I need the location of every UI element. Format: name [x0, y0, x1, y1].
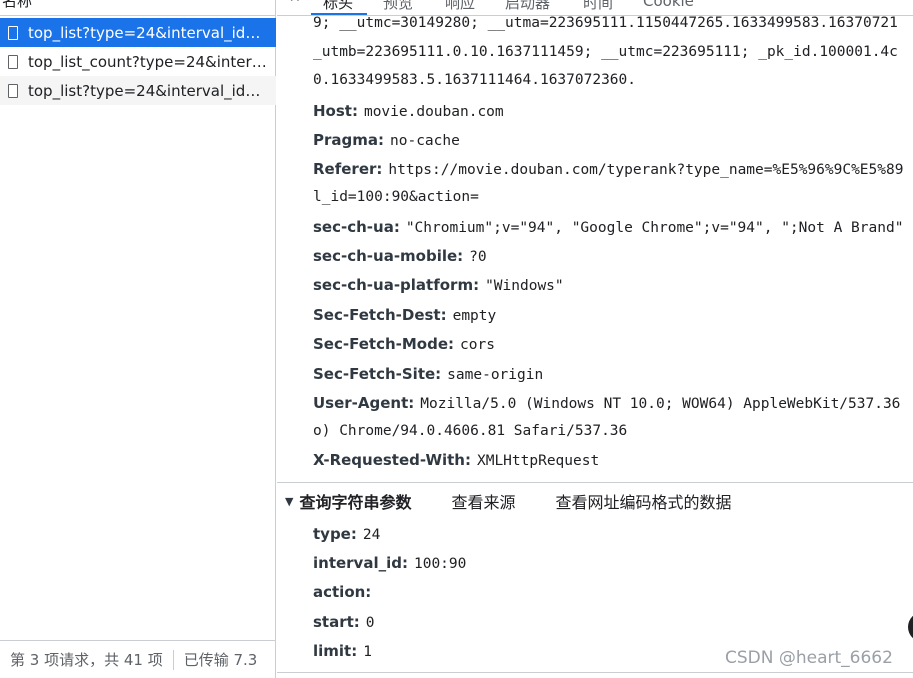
header-key: Sec-Fetch-Dest: — [313, 306, 447, 324]
header-key: User-Agent: — [313, 394, 415, 412]
header-sec-fetch-site: Sec-Fetch-Site: same-origin — [313, 365, 543, 383]
floating-circle-icon[interactable] — [908, 612, 913, 642]
request-item[interactable]: top_list_count?type=24&interv... — [0, 47, 276, 76]
header-user-agent: User-Agent: Mozilla/5.0 (Windows NT 10.0;… — [313, 394, 900, 412]
close-icon[interactable]: ✕ — [289, 0, 301, 6]
cookie-value-line: 9; __utmc=30149280; __utma=223695111.115… — [313, 15, 898, 31]
tab-preview[interactable]: 预览 — [383, 0, 413, 13]
query-param: type: 24 — [313, 525, 380, 543]
user-agent-continuation: o) Chrome/94.0.4606.81 Safari/537.36 — [313, 423, 628, 439]
header-sec-ch-ua-mobile: sec-ch-ua-mobile: ?0 — [313, 247, 487, 265]
header-value: https://movie.douban.com/typerank?type_n… — [388, 162, 904, 178]
header-x-requested-with: X-Requested-With: XMLHttpRequest — [313, 451, 599, 469]
request-item[interactable]: top_list?type=24&interval_id=... — [0, 76, 276, 105]
header-sec-ch-ua-platform: sec-ch-ua-platform: "Windows" — [313, 276, 564, 294]
document-icon — [8, 83, 18, 98]
header-sec-fetch-mode: Sec-Fetch-Mode: cors — [313, 335, 495, 353]
header-value: empty — [452, 308, 497, 324]
status-bar: 第 3 项请求，共 41 项 已传输 7.3 — [0, 640, 276, 678]
header-value: Mozilla/5.0 (Windows NT 10.0; WOW64) App… — [420, 396, 901, 412]
param-key: type: — [313, 525, 357, 543]
param-key: start: — [313, 613, 360, 631]
header-key: Pragma: — [313, 131, 385, 149]
header-key: X-Requested-With: — [313, 451, 471, 469]
header-value: "Chromium";v="94", "Google Chrome";v="94… — [405, 220, 904, 236]
view-source-link[interactable]: 查看来源 — [451, 489, 515, 513]
section-title: 查询字符串参数 — [299, 493, 412, 512]
header-key: Referer: — [313, 160, 383, 178]
query-param: limit: 1 — [313, 642, 372, 660]
request-details-pane: ✕ 标头 预览 响应 启动器 时间 Cookie 9; __utmc=30149… — [277, 0, 913, 678]
query-param: start: 0 — [313, 613, 375, 631]
header-key: Host: — [313, 102, 358, 120]
query-param: interval_id: 100:90 — [313, 554, 466, 572]
bottom-divider — [277, 672, 913, 673]
header-value: XMLHttpRequest — [476, 453, 600, 469]
header-sec-fetch-dest: Sec-Fetch-Dest: empty — [313, 306, 496, 324]
section-divider — [277, 482, 913, 483]
header-value: cors — [460, 337, 495, 353]
param-value: 24 — [362, 527, 381, 543]
header-referer: Referer: https://movie.douban.com/typeran… — [313, 160, 903, 178]
header-host: Host: movie.douban.com — [313, 102, 504, 120]
watermark: CSDN @heart_6662 — [725, 648, 893, 668]
triangle-down-icon[interactable]: ▼ — [285, 495, 293, 508]
header-key: sec-ch-ua-platform: — [313, 276, 480, 294]
header-key: Sec-Fetch-Mode: — [313, 335, 455, 353]
request-label: top_list_count?type=24&interv... — [28, 52, 268, 71]
document-icon — [8, 25, 18, 40]
cookie-value-line: 0.1633499583.5.1637111464.1637072360. — [313, 72, 637, 88]
header-value: same-origin — [447, 367, 544, 383]
query-param: action: — [313, 583, 377, 601]
tab-initiator[interactable]: 启动器 — [505, 0, 550, 13]
tab-headers[interactable]: 标头 — [323, 0, 353, 13]
request-list-pane: 名称 top_list?type=24&interval_id=... top_… — [0, 0, 276, 678]
header-key: sec-ch-ua: — [313, 218, 400, 236]
header-sec-ch-ua: sec-ch-ua: "Chromium";v="94", "Google Chr… — [313, 218, 903, 236]
header-value: no-cache — [390, 133, 460, 149]
request-item[interactable]: top_list?type=24&interval_id=... — [0, 18, 276, 47]
name-column-header[interactable]: 名称 — [0, 0, 276, 16]
details-tabbar: ✕ 标头 预览 响应 启动器 时间 Cookie — [277, 0, 913, 16]
view-url-encoded-link[interactable]: 查看网址编码格式的数据 — [556, 489, 732, 513]
param-key: action: — [313, 583, 372, 601]
header-value: ?0 — [469, 249, 487, 265]
tab-timing[interactable]: 时间 — [583, 0, 613, 13]
request-count: 第 3 项请求，共 41 项 — [10, 651, 163, 669]
transferred-size: 已传输 7.3 — [183, 651, 258, 669]
tab-response[interactable]: 响应 — [445, 0, 475, 13]
request-label: top_list?type=24&interval_id=... — [28, 81, 268, 100]
query-params-section-header[interactable]: ▼ 查询字符串参数 查看来源 查看网址编码格式的数据 — [285, 490, 732, 512]
request-label: top_list?type=24&interval_id=... — [28, 23, 268, 42]
header-pragma: Pragma: no-cache — [313, 131, 460, 149]
referer-continuation: l_id=100:90&action= — [313, 189, 479, 205]
param-key: interval_id: — [313, 554, 408, 572]
param-value: 100:90 — [413, 556, 467, 572]
header-key: Sec-Fetch-Site: — [313, 365, 442, 383]
document-icon — [8, 54, 18, 69]
param-value: 1 — [363, 644, 372, 660]
tab-cookies[interactable]: Cookie — [643, 0, 694, 10]
header-value: "Windows" — [485, 278, 564, 294]
param-key: limit: — [313, 642, 358, 660]
header-value: movie.douban.com — [363, 104, 504, 120]
header-key: sec-ch-ua-mobile: — [313, 247, 464, 265]
cookie-value-line: _utmb=223695111.0.10.1637111459; __utmc=… — [313, 44, 898, 60]
param-value: 0 — [365, 615, 375, 631]
